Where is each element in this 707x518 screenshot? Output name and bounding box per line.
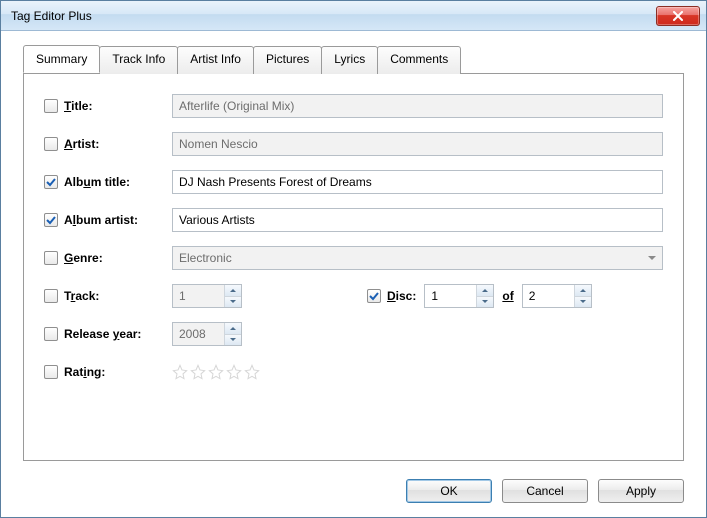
spinner-disc-of-down[interactable]	[575, 296, 591, 308]
spinner-track-buttons	[224, 285, 241, 307]
row-rating: Rating:	[44, 360, 663, 384]
spinner-disc-of-up[interactable]	[575, 285, 591, 296]
spinner-disc-of[interactable]: 2	[522, 284, 592, 308]
row-genre: Genre: Electronic	[44, 246, 663, 270]
label-title: Title:	[64, 99, 92, 113]
checkbox-album-artist[interactable]	[44, 213, 58, 227]
spinner-track[interactable]: 1	[172, 284, 242, 308]
label-track: Track:	[64, 289, 99, 303]
row-album-title: Album title: DJ Nash Presents Forest of …	[44, 170, 663, 194]
check-icon	[45, 214, 57, 226]
input-artist[interactable]: Nomen Nescio	[172, 132, 663, 156]
checkbox-album-title[interactable]	[44, 175, 58, 189]
checkbox-disc[interactable]	[367, 289, 381, 303]
checkbox-release-year[interactable]	[44, 327, 58, 341]
checkbox-genre[interactable]	[44, 251, 58, 265]
input-album-title[interactable]: DJ Nash Presents Forest of Dreams	[172, 170, 663, 194]
checkbox-title[interactable]	[44, 99, 58, 113]
tab-comments[interactable]: Comments	[377, 46, 461, 74]
combo-genre-value: Electronic	[179, 251, 232, 265]
star-icon[interactable]	[172, 364, 188, 380]
combo-genre[interactable]: Electronic	[172, 246, 663, 270]
label-artist: Artist:	[64, 137, 99, 151]
spinner-disc-down[interactable]	[477, 296, 493, 308]
spinner-disc-value: 1	[425, 285, 476, 307]
input-album-artist[interactable]: Various Artists	[172, 208, 663, 232]
label-of: of	[502, 289, 513, 303]
label-album-title: Album title:	[64, 175, 130, 189]
disc-group: Disc: 1 of 2	[252, 284, 592, 308]
label-album-artist: Album artist:	[64, 213, 138, 227]
tab-summary[interactable]: Summary	[23, 45, 100, 73]
spinner-track-down[interactable]	[225, 296, 241, 308]
apply-button[interactable]: Apply	[598, 479, 684, 503]
chevron-down-icon	[648, 256, 656, 260]
ok-button[interactable]: OK	[406, 479, 492, 503]
checkbox-artist[interactable]	[44, 137, 58, 151]
spinner-disc-buttons	[476, 285, 493, 307]
label-genre: Genre:	[64, 251, 103, 265]
star-icon[interactable]	[226, 364, 242, 380]
row-artist: Artist: Nomen Nescio	[44, 132, 663, 156]
spinner-track-value: 1	[173, 285, 224, 307]
tabstrip: Summary Track Info Artist Info Pictures …	[23, 45, 684, 73]
content-area: Summary Track Info Artist Info Pictures …	[1, 31, 706, 469]
checkbox-rating[interactable]	[44, 365, 58, 379]
tab-lyrics[interactable]: Lyrics	[321, 46, 378, 74]
close-button[interactable]	[656, 6, 700, 26]
spinner-release-year-down[interactable]	[225, 334, 241, 346]
spinner-release-year[interactable]: 2008	[172, 322, 242, 346]
row-title: Title: Afterlife (Original Mix)	[44, 94, 663, 118]
tab-artist-info[interactable]: Artist Info	[177, 46, 254, 74]
rating-stars[interactable]	[172, 364, 260, 380]
checkbox-track[interactable]	[44, 289, 58, 303]
close-icon	[672, 11, 684, 21]
spinner-disc-up[interactable]	[477, 285, 493, 296]
spinner-disc[interactable]: 1	[424, 284, 494, 308]
label-disc: Disc:	[387, 289, 416, 303]
input-title[interactable]: Afterlife (Original Mix)	[172, 94, 663, 118]
label-release-year: Release year:	[64, 327, 141, 341]
star-icon[interactable]	[190, 364, 206, 380]
tab-track-info[interactable]: Track Info	[99, 46, 178, 74]
row-release-year: Release year: 2008	[44, 322, 663, 346]
row-album-artist: Album artist: Various Artists	[44, 208, 663, 232]
check-icon	[368, 290, 380, 302]
spinner-disc-of-buttons	[574, 285, 591, 307]
dialog-window: Tag Editor Plus Summary Track Info Artis…	[0, 0, 707, 518]
dialog-buttons: OK Cancel Apply	[1, 469, 706, 517]
spinner-release-year-value: 2008	[173, 323, 224, 345]
check-icon	[45, 176, 57, 188]
tab-pictures[interactable]: Pictures	[253, 46, 322, 74]
label-rating: Rating:	[64, 365, 105, 379]
spinner-release-year-buttons	[224, 323, 241, 345]
row-track-disc: Track: 1	[44, 284, 663, 308]
window-title: Tag Editor Plus	[11, 9, 656, 23]
star-icon[interactable]	[244, 364, 260, 380]
spinner-disc-of-value: 2	[523, 285, 574, 307]
tab-panel-summary: Title: Afterlife (Original Mix) Artist: …	[23, 73, 684, 461]
titlebar[interactable]: Tag Editor Plus	[1, 1, 706, 31]
star-icon[interactable]	[208, 364, 224, 380]
spinner-track-up[interactable]	[225, 285, 241, 296]
cancel-button[interactable]: Cancel	[502, 479, 588, 503]
spinner-release-year-up[interactable]	[225, 323, 241, 334]
